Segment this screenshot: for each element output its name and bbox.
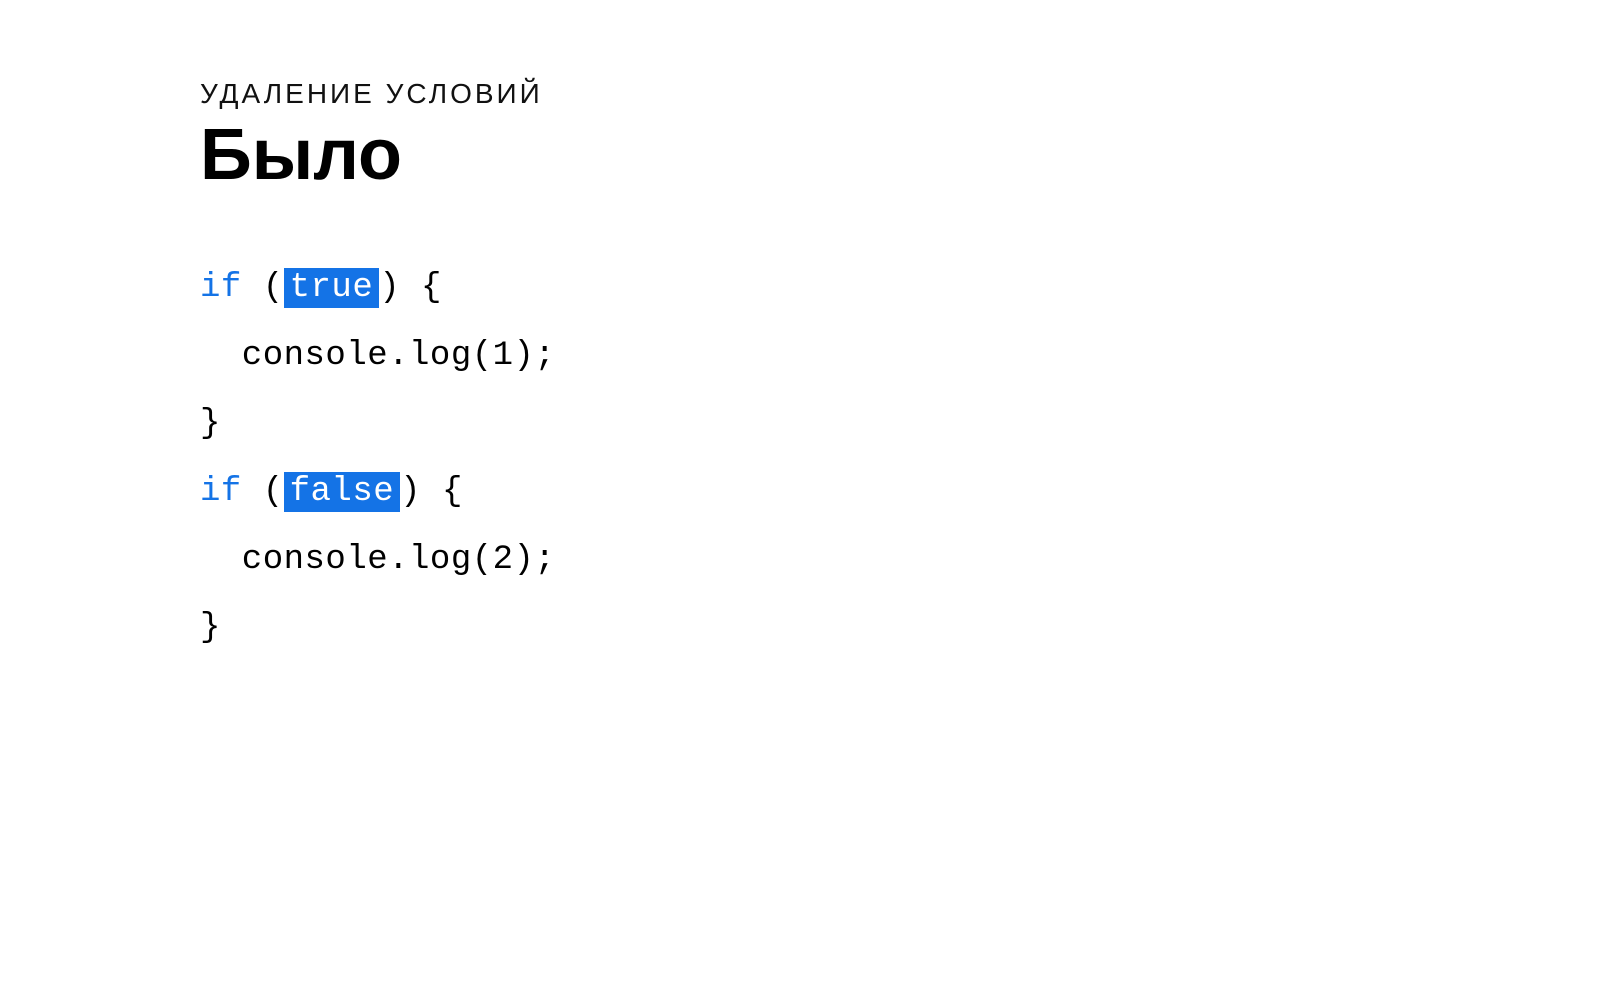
highlight-true: true xyxy=(284,268,380,308)
code-text: } xyxy=(200,405,221,443)
code-text: ( xyxy=(242,269,284,307)
keyword-if: if xyxy=(200,473,242,511)
code-text: ( xyxy=(242,473,284,511)
code-block: if (true) { console.log(1); } if (false)… xyxy=(200,254,1400,662)
code-text: } xyxy=(200,609,221,647)
code-text: console.log(2); xyxy=(200,541,555,579)
code-text: ) { xyxy=(400,473,463,511)
code-text: ) { xyxy=(379,269,442,307)
slide-title: Было xyxy=(200,118,1400,194)
slide-eyebrow: УДАЛЕНИЕ УСЛОВИЙ xyxy=(200,78,1400,110)
slide: УДАЛЕНИЕ УСЛОВИЙ Было if (true) { consol… xyxy=(0,0,1600,662)
code-text: console.log(1); xyxy=(200,337,555,375)
keyword-if: if xyxy=(200,269,242,307)
highlight-false: false xyxy=(284,472,401,512)
